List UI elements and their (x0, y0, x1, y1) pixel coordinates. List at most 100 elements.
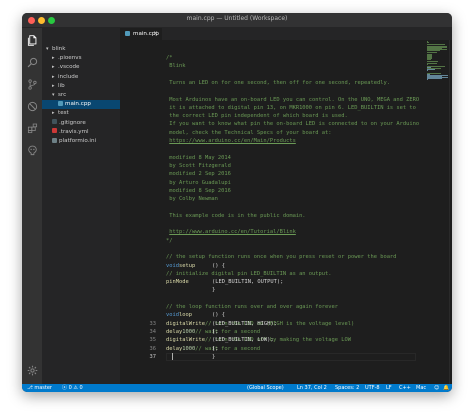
eol-indicator[interactable]: LF (386, 384, 392, 392)
code-text: pinMode (LED_BUILTIN, OUTPUT); (166, 278, 283, 286)
sidebar-item-test[interactable]: ▸ test (42, 109, 120, 118)
code-token: by Colby Newman (166, 196, 218, 203)
branch-label: master (34, 385, 52, 391)
branch-indicator[interactable]: ⎇ master (27, 384, 52, 392)
code-line: /* (120, 54, 420, 62)
code-line: // the setup function runs once when you… (120, 253, 420, 261)
code-text: http://www.arduino.cc/en/Tutorial/Blink (166, 228, 296, 236)
editor-scrollbar[interactable] (449, 40, 452, 384)
sidebar-item-label: .gitignore (59, 119, 86, 126)
sidebar-item-label: .vscode (58, 64, 80, 71)
sidebar-item-lib[interactable]: ▸ lib (42, 82, 120, 91)
code-token: pinMode (166, 279, 189, 286)
code-token: the correct LED pin independent of which… (166, 113, 348, 120)
code-token: it is attached to digital pin 13, on MKR… (166, 104, 416, 111)
indentation-indicator[interactable]: Spaces: 2 (335, 384, 359, 392)
code-line: https://www.arduino.cc/en/Main/Products (120, 137, 420, 145)
search-icon[interactable] (26, 56, 38, 68)
scope-indicator[interactable]: (Global Scope) (247, 384, 284, 392)
cursor-position[interactable]: Ln 37, Col 2 (297, 384, 327, 392)
cpp-file-icon (125, 30, 130, 36)
extensions-icon[interactable] (26, 122, 38, 134)
code-line: Most Arduinos have an on-board LED you c… (120, 96, 420, 104)
code-token: } (212, 287, 216, 294)
notifications-icon[interactable]: 🔔 (443, 384, 449, 392)
sidebar-item-vscode[interactable]: ▸ .vscode (42, 63, 120, 72)
code-token: model, check the Technical Specs of your… (166, 129, 332, 136)
code-token: modified 8 May 2014 (166, 154, 231, 161)
sidebar-item-pioenvs[interactable]: ▸ .pioenvs (42, 54, 120, 63)
sidebar-item-label: main.cpp (65, 101, 91, 108)
files-icon[interactable] (26, 34, 38, 46)
code-line: modified 8 May 2014 (120, 154, 420, 162)
code-text: void setup () { (166, 262, 225, 270)
code-token: // the setup function runs once when you… (166, 254, 397, 261)
sidebar-item-label: src (58, 92, 67, 98)
sidebar-item-src[interactable]: ▾ src (42, 91, 120, 100)
code-text: If you want to know what pin the on-boar… (166, 120, 419, 128)
debug-icon[interactable] (26, 100, 38, 112)
language-indicator[interactable]: C++ (399, 384, 411, 392)
encoding-indicator[interactable]: UTF-8 (365, 384, 380, 392)
settings-gear-icon[interactable] (26, 364, 38, 376)
code-token: 1000 (182, 328, 196, 335)
code-token: delay (166, 328, 183, 335)
sidebar-item-label: blink (52, 46, 66, 52)
code-line: // initialize digital pin LED_BUILTIN as… (120, 270, 420, 278)
minimap-line (427, 64, 428, 66)
code-token: (LED_BUILTIN, HIGH); (212, 320, 287, 327)
problems-indicator[interactable]: ⓧ 0 ⚠ 0 (62, 384, 83, 392)
sidebar-item-blink[interactable]: ▾ blink (42, 45, 120, 54)
code-text: /* (166, 54, 173, 62)
code-token: Turns an LED on for one second, then off… (166, 79, 390, 86)
code-text: modified 8 Sep 2016 (166, 187, 231, 195)
minimap-line (427, 69, 436, 71)
code-token: This example code is in the public domai… (166, 212, 306, 219)
code-token: setup (178, 262, 196, 269)
code-token: If you want to know what pin the on-boar… (166, 121, 420, 128)
close-tab-icon[interactable]: × (153, 28, 158, 40)
code-text: modified 8 May 2014 (166, 154, 231, 162)
sidebar-item-travis-yml[interactable]: .travis.yml (42, 128, 120, 137)
tab-main-cpp[interactable]: main.cpp × (120, 28, 162, 40)
code-token: https://www.arduino.cc/en/Main/Products (169, 138, 296, 144)
code-token: digitalWrite (166, 337, 205, 344)
sidebar-item-main-cpp[interactable]: main.cpp (42, 100, 120, 110)
sidebar-item-label: .pioenvs (58, 55, 82, 62)
code-line: 34 delay(1000); // wait for a second (120, 328, 420, 336)
code-token: */ (166, 237, 173, 244)
platform-indicator[interactable]: Mac (416, 384, 426, 392)
code-line: } (120, 286, 420, 294)
code-text: // the setup function runs once when you… (166, 253, 396, 261)
warning-count: 0 (79, 385, 83, 391)
window-title: main.cpp — Untitled (Workspace) (186, 15, 288, 22)
feedback-icon[interactable]: ☺ (434, 384, 439, 392)
code-text: // initialize digital pin LED_BUILTIN as… (166, 270, 332, 278)
sidebar-item-label: test (58, 110, 69, 117)
sidebar-item-gitignore[interactable]: .gitignore (42, 119, 120, 128)
source-control-icon[interactable] (26, 78, 38, 90)
code-token: http://www.arduino.cc/en/Tutorial/Blink (169, 229, 296, 236)
file-icon (52, 137, 57, 143)
code-text: by Scott Fitzgerald (166, 162, 231, 170)
minimap-line (427, 58, 432, 60)
code-token: () { (212, 262, 225, 269)
minimap[interactable] (427, 41, 449, 81)
code-text: // the loop function runs over and over … (166, 303, 338, 311)
code-token: // initialize digital pin LED_BUILTIN as… (166, 270, 332, 277)
code-line: by Colby Newman (120, 195, 420, 203)
code-text: Turns an LED on for one second, then off… (166, 79, 390, 87)
platformio-icon[interactable] (26, 144, 38, 156)
code-line: Blink (120, 62, 420, 70)
code-text: Blink (166, 62, 185, 70)
line-number: 34 (149, 328, 157, 335)
code-token: void (166, 312, 179, 319)
sidebar-item-include[interactable]: ▸ include (42, 73, 120, 82)
sidebar-item-platformio-ini[interactable]: platformio.ini (42, 137, 120, 146)
file-icon (52, 128, 57, 134)
code-token: by Scott Fitzgerald (166, 162, 231, 169)
